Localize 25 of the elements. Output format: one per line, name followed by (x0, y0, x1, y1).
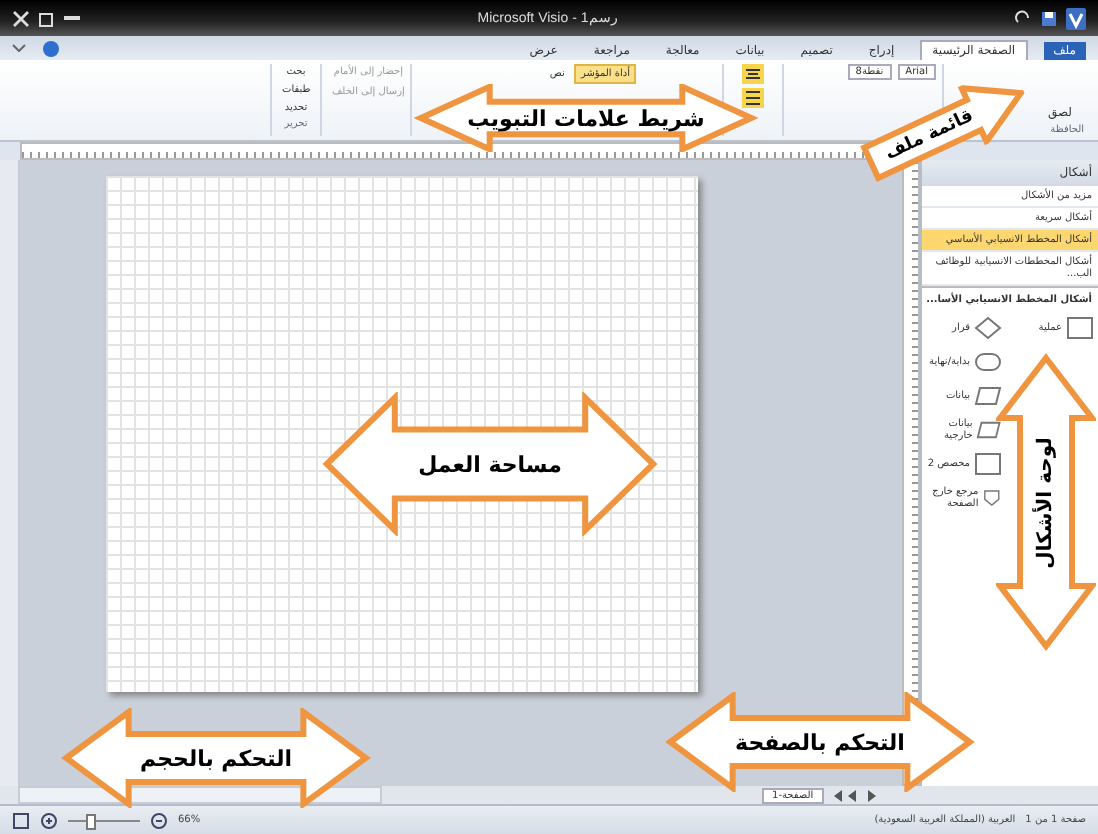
shape-icon (982, 486, 1002, 510)
callout-label: لوحة الأشكال (1035, 436, 1057, 568)
fit-page-icon[interactable] (12, 811, 30, 829)
shape-icon (976, 418, 1002, 442)
shape-icon (974, 384, 1002, 408)
caret-icon[interactable] (12, 44, 26, 52)
vertical-scrollbar[interactable] (0, 160, 20, 786)
callout-label: مساحة العمل (418, 451, 562, 477)
callout-label: التحكم بالحجم (139, 745, 293, 771)
save-icon[interactable] (1039, 9, 1058, 27)
zoom-out-icon[interactable] (150, 811, 168, 829)
zoom-in-icon[interactable] (40, 811, 58, 829)
align-middle-icon[interactable] (742, 88, 764, 108)
restore-icon[interactable] (38, 9, 56, 27)
redo-icon[interactable] (1013, 9, 1032, 27)
callout-label: شريط علامات التبويب (467, 105, 705, 131)
align-center-icon[interactable] (742, 64, 764, 84)
zoom-slider-thumb[interactable] (85, 813, 96, 829)
shape-icon (974, 316, 1002, 340)
callout-label: قائمة ملف (882, 106, 977, 165)
close-icon[interactable] (12, 9, 30, 27)
callout-label: التحكم بالصفحة (735, 729, 905, 755)
shape-icon (974, 452, 1002, 476)
app-logo-icon[interactable] (1065, 7, 1086, 29)
shape-icon (974, 350, 1002, 374)
